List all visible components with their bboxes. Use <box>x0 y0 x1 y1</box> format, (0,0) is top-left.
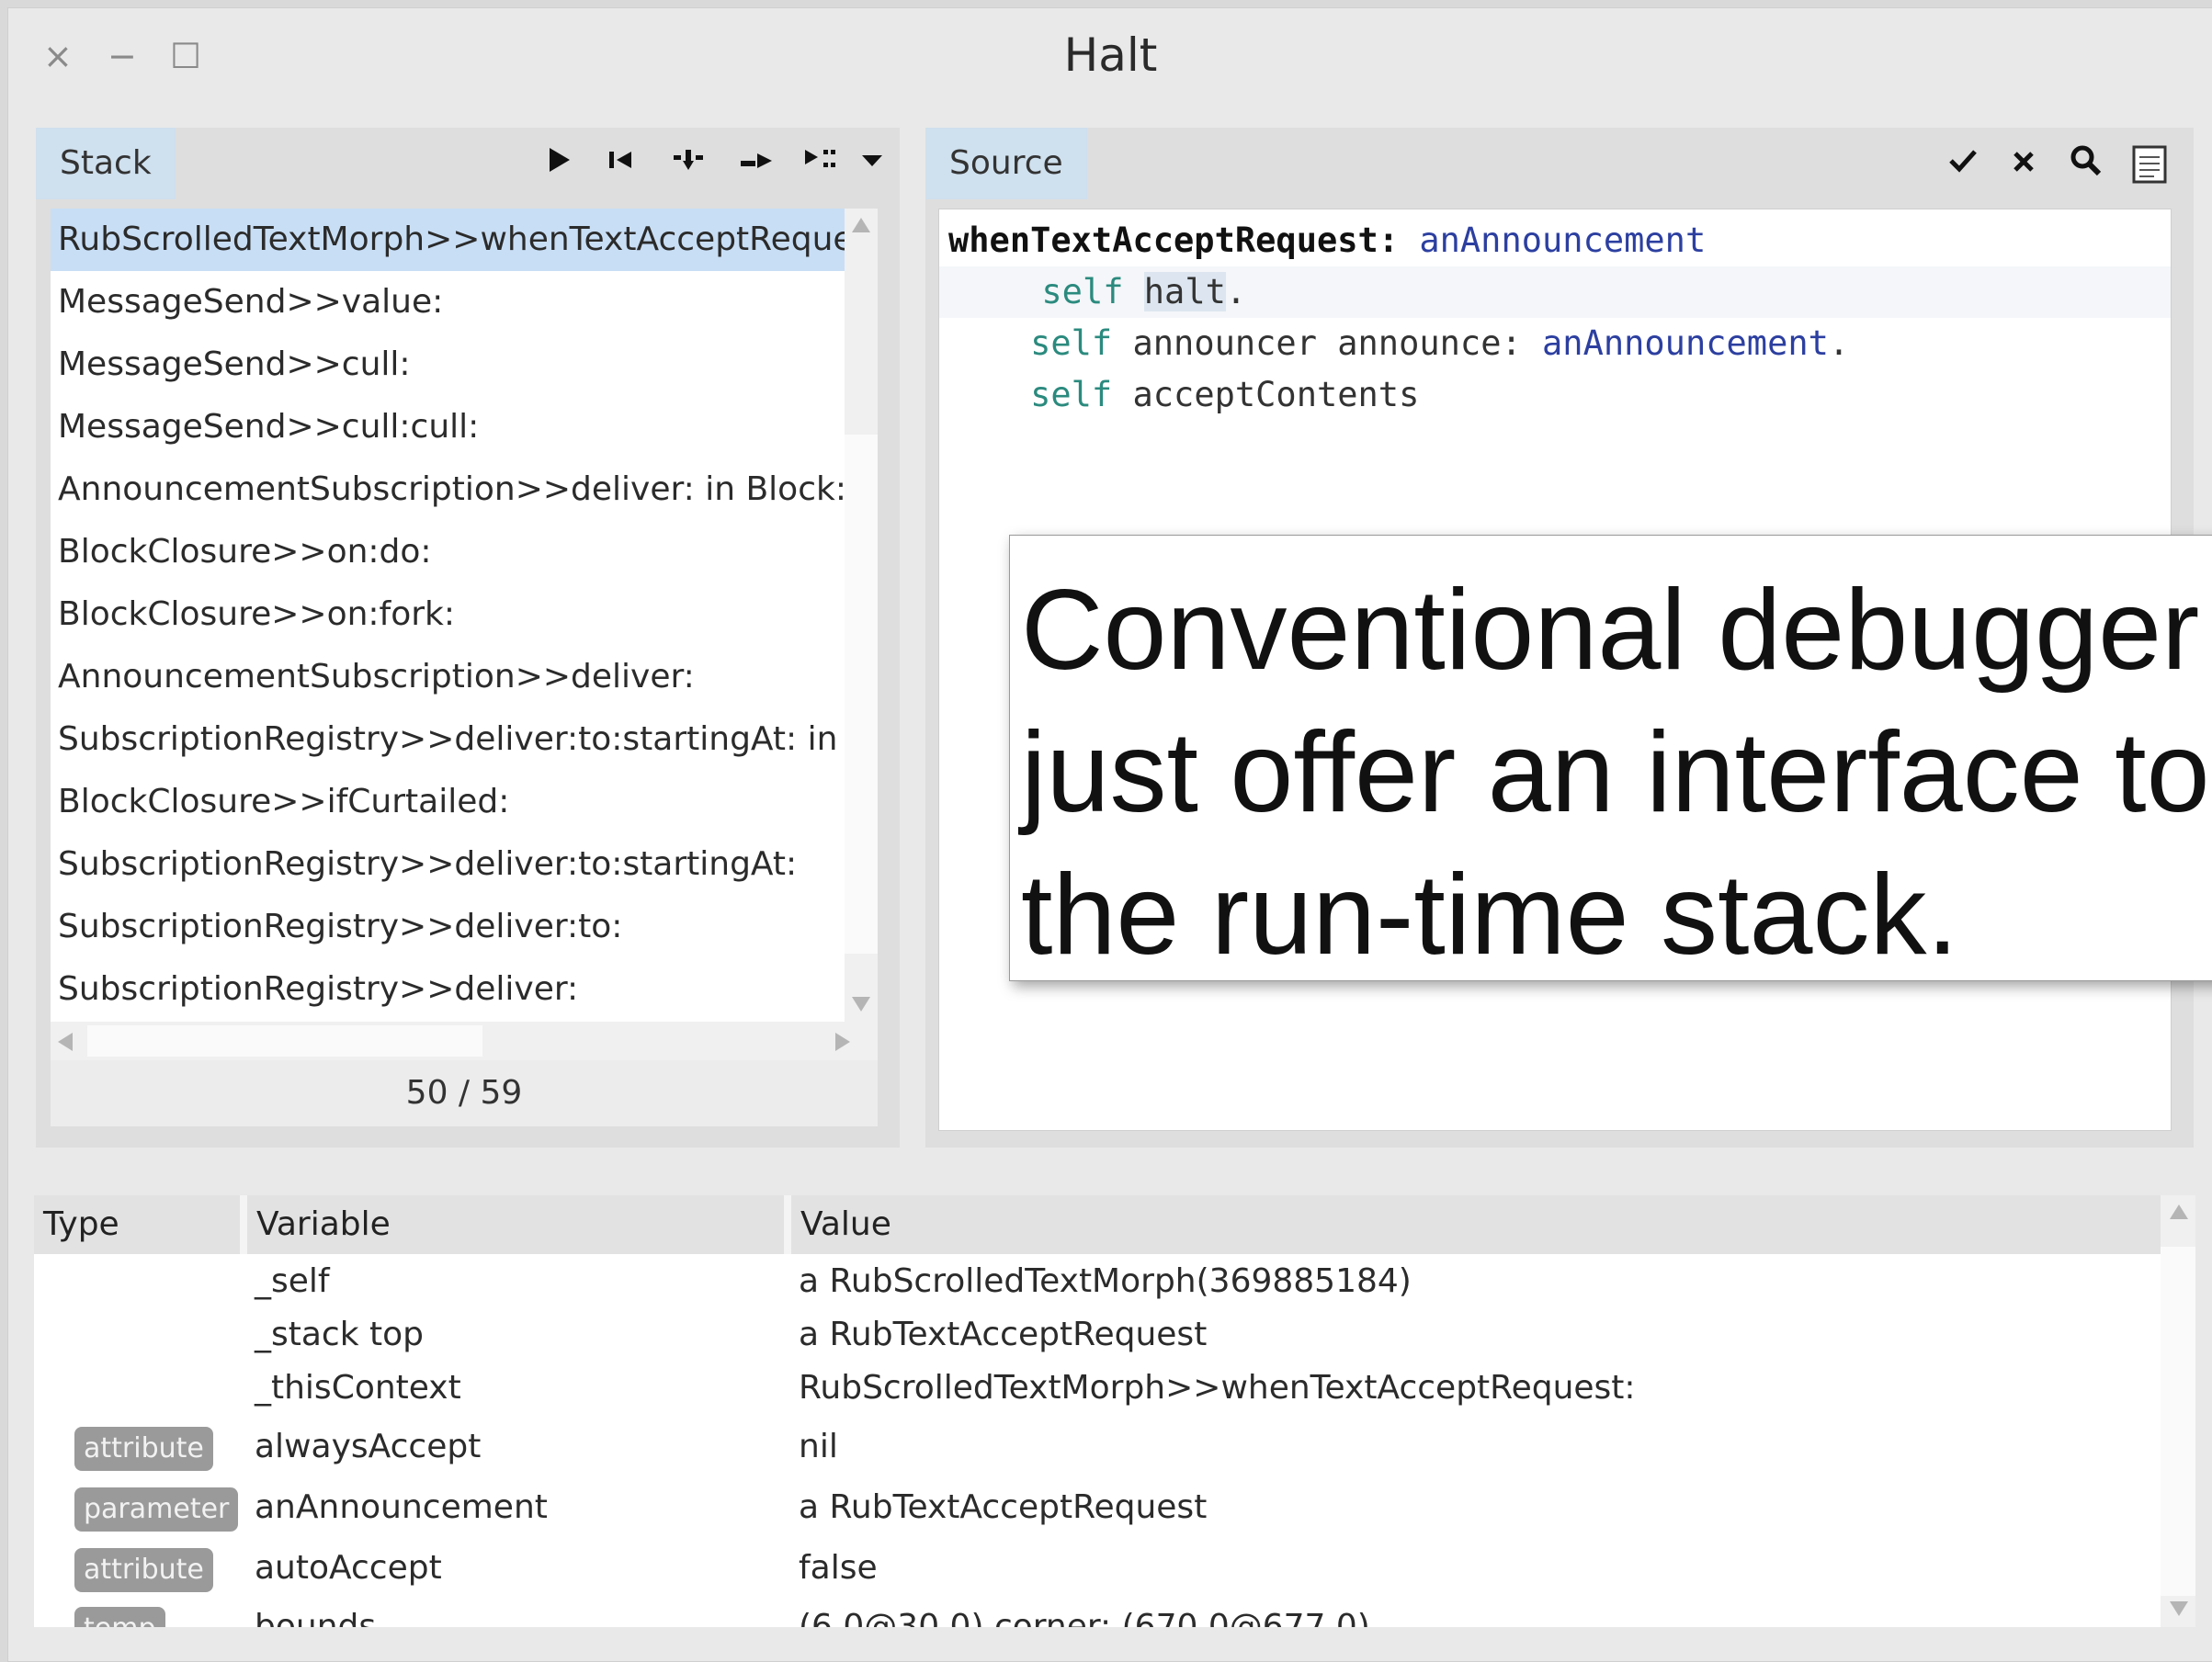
annotation-callout: Conventional debugger just offer an inte… <box>1009 535 2212 981</box>
step-over-icon[interactable] <box>739 144 776 184</box>
scroll-thumb[interactable] <box>2161 1247 2195 1596</box>
stack-frame[interactable]: BlockClosure>>on:fork: <box>51 583 848 646</box>
variable-name: anAnnouncement <box>255 1488 548 1526</box>
type-badge: temp <box>74 1607 165 1627</box>
variable-value: (6.0@30.0) corner: (670.0@677.0) <box>799 1608 1370 1627</box>
title-bar: × − ☐ Halt <box>8 8 2212 109</box>
variable-name: alwaysAccept <box>255 1428 482 1465</box>
menu-dropdown-icon[interactable] <box>858 144 886 184</box>
source-line-2: self halt. <box>939 266 2171 318</box>
highlighted-halt: halt <box>1143 272 1226 311</box>
type-badge: attribute <box>74 1548 213 1592</box>
stack-frame[interactable]: SubscriptionRegistry>>deliver:to:startin… <box>51 833 848 896</box>
scroll-thumb[interactable] <box>87 1025 482 1057</box>
source-line-3: self announcer announce: anAnnouncement. <box>948 318 1849 369</box>
variable-name: _self <box>255 1262 330 1300</box>
proceed-icon[interactable] <box>546 144 573 184</box>
type-badge: parameter <box>74 1487 239 1532</box>
stack-frame[interactable]: MessageSend>>value: <box>51 271 848 334</box>
table-row[interactable]: parameter anAnnouncement a RubTextAccept… <box>34 1480 2175 1535</box>
tab-source[interactable]: Source <box>925 128 1087 199</box>
step-into-icon[interactable] <box>670 144 707 184</box>
cancel-x-icon[interactable] <box>2010 144 2037 184</box>
accept-check-icon[interactable] <box>1947 144 1979 184</box>
variable-value: nil <box>799 1428 838 1465</box>
variable-name: _thisContext <box>255 1369 461 1407</box>
column-header-type[interactable]: Type <box>34 1195 247 1254</box>
variable-value: false <box>799 1549 878 1587</box>
table-row[interactable]: _thisContext RubScrolledTextMorph>>whenT… <box>34 1361 2175 1416</box>
method-argument: anAnnouncement <box>1419 220 1707 260</box>
stack-vertical-scrollbar[interactable] <box>845 209 878 1022</box>
message-send: acceptContents <box>1132 375 1420 414</box>
window-title: Halt <box>1063 28 1158 82</box>
stack-frame[interactable]: SubscriptionRegistry>>deliver:to:startin… <box>51 708 848 771</box>
stack-frame[interactable]: BlockClosure>>on:do: <box>51 521 848 583</box>
table-row[interactable]: _stack top a RubTextAcceptRequest <box>34 1307 2175 1362</box>
self-keyword: self <box>1030 323 1113 363</box>
scroll-up-arrow-icon[interactable] <box>850 216 872 234</box>
stack-frame[interactable]: MessageSend>>cull:cull: <box>51 396 848 458</box>
table-row[interactable]: _self a RubScrolledTextMorph(369885184) <box>34 1254 2175 1309</box>
variable-value: RubScrolledTextMorph>>whenTextAcceptRequ… <box>799 1369 1636 1407</box>
variables-inspector-table: Type Variable Value _self a RubScrolledT… <box>34 1195 2184 1627</box>
inspector-vertical-scrollbar[interactable] <box>2161 1195 2195 1627</box>
table-row[interactable]: temp bounds (6.0@30.0) corner: (670.0@67… <box>34 1600 2175 1627</box>
argument-ref: anAnnouncement <box>1542 323 1829 363</box>
stack-frame[interactable]: BlockClosure>>ifCurtailed: <box>51 771 848 833</box>
message-send: announcer announce: <box>1132 323 1522 363</box>
tab-stack[interactable]: Stack <box>36 128 176 199</box>
scroll-down-arrow-icon[interactable] <box>850 995 872 1013</box>
variable-name: autoAccept <box>255 1549 442 1587</box>
restart-icon[interactable] <box>606 144 637 184</box>
step-through-icon[interactable] <box>803 144 840 184</box>
stack-frame[interactable]: AnnouncementSubscription>>deliver: in Bl… <box>51 458 848 521</box>
stack-list: RubScrolledTextMorph>>whenTextAcceptRequ… <box>51 209 859 1022</box>
table-row[interactable]: attribute alwaysAccept nil <box>34 1419 2175 1475</box>
statement-end: . <box>1828 323 1850 363</box>
statement-end: . <box>1225 272 1247 311</box>
document-icon[interactable] <box>2131 144 2168 193</box>
stack-count-label: 50 / 59 <box>51 1060 878 1126</box>
variable-name: bounds <box>255 1608 377 1627</box>
stack-frame[interactable]: AnnouncementSubscription>>deliver: <box>51 646 848 708</box>
stack-frame-selected[interactable]: RubScrolledTextMorph>>whenTextAcceptRequ… <box>51 209 848 271</box>
source-line-1: whenTextAcceptRequest: anAnnouncement <box>948 215 1706 266</box>
scroll-right-arrow-icon[interactable] <box>834 1031 852 1053</box>
column-header-variable[interactable]: Variable <box>247 1195 791 1254</box>
column-header-value[interactable]: Value <box>791 1195 2183 1254</box>
callout-text: Conventional debugger just offer an inte… <box>1021 567 2210 978</box>
search-icon[interactable] <box>2070 144 2103 186</box>
variable-name: _stack top <box>255 1316 425 1353</box>
variable-value: a RubTextAcceptRequest <box>799 1316 1208 1353</box>
variable-value: a RubTextAcceptRequest <box>799 1488 1208 1526</box>
scroll-thumb[interactable] <box>845 435 878 954</box>
scroll-down-arrow-icon[interactable] <box>2168 1600 2190 1618</box>
scroll-up-arrow-icon[interactable] <box>2168 1203 2190 1221</box>
type-badge: attribute <box>74 1427 213 1471</box>
method-selector: whenTextAcceptRequest: <box>948 220 1400 260</box>
stack-frame[interactable]: SubscriptionRegistry>>deliver:to: <box>51 896 848 958</box>
self-keyword: self <box>1030 375 1113 414</box>
variable-value: a RubScrolledTextMorph(369885184) <box>799 1262 1412 1300</box>
source-line-4: self acceptContents <box>948 369 1419 421</box>
stack-frame[interactable]: SubscriptionRegistry>>deliver: <box>51 958 848 1021</box>
stack-horizontal-scrollbar[interactable] <box>51 1022 878 1060</box>
scroll-left-arrow-icon[interactable] <box>56 1031 74 1053</box>
table-row[interactable]: attribute autoAccept false <box>34 1541 2175 1596</box>
stack-frame[interactable]: MessageSend>>cull: <box>51 334 848 396</box>
stack-pane: Stack RubScrolledTextMorph>>whenTextAcce… <box>36 128 900 1148</box>
self-keyword: self <box>1041 272 1124 311</box>
